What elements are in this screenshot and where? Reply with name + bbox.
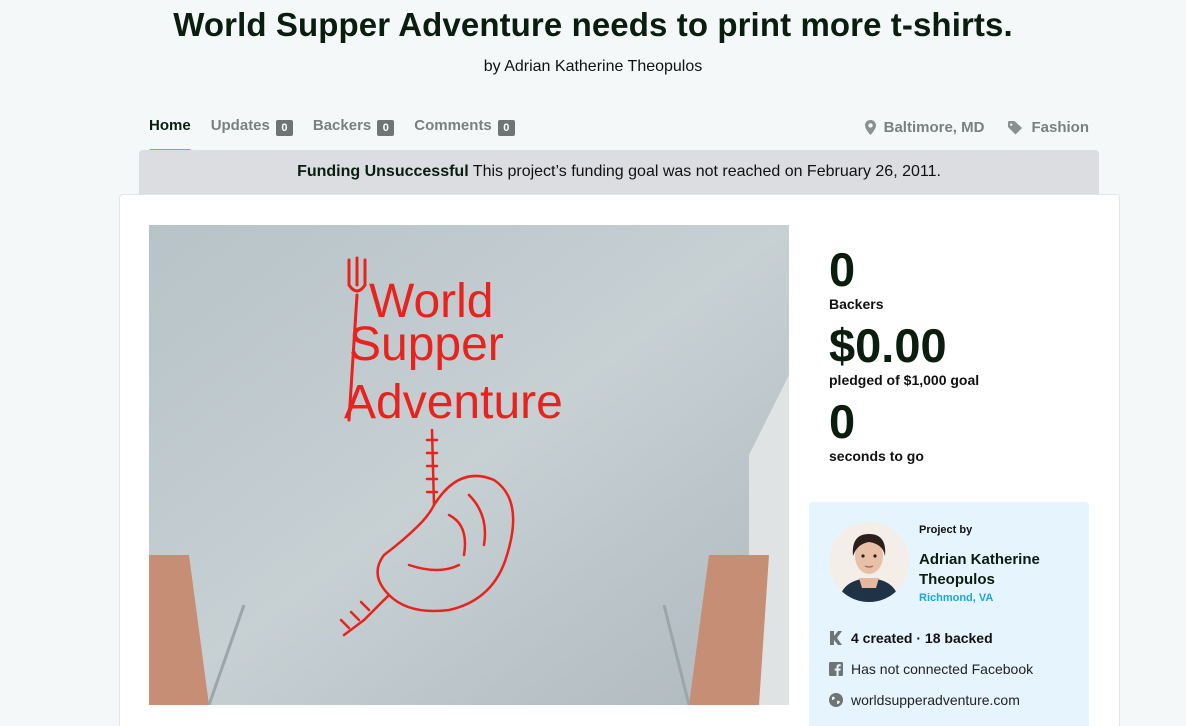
tab-backers-label: Backers (312, 117, 372, 134)
tab-home[interactable]: Home (149, 117, 191, 153)
tab-updates[interactable]: Updates 0 (211, 117, 293, 153)
creator-facebook-status: Has not connected Facebook (829, 661, 1033, 677)
funding-status-message: This project’s funding goal was not reac… (468, 163, 941, 180)
backers-count: 0 (829, 243, 856, 296)
pledged-goal-label: pledged of $1,000 goal (829, 372, 980, 388)
tab-comments[interactable]: Comments 0 (414, 117, 515, 153)
created-backed-count: 4 created · 18 backed (851, 630, 993, 646)
project-tabs: Home Updates 0 Backers 0 Comments 0 (149, 117, 515, 153)
location-label: Baltimore, MD (883, 119, 985, 136)
project-by-label: Project by (919, 524, 973, 536)
project-hero-image[interactable]: World Supper Adventure (149, 225, 789, 705)
website-url: worldsupperadventure.com (851, 692, 1020, 708)
tag-icon (1008, 120, 1023, 134)
facebook-status-text: Has not connected Facebook (851, 661, 1034, 677)
tab-backers[interactable]: Backers 0 (312, 117, 395, 153)
category-label: Fashion (1031, 119, 1089, 136)
comments-count-badge: 0 (497, 120, 515, 136)
creator-website-link[interactable]: worldsupperadventure.com (829, 692, 1020, 708)
kickstarter-k-icon (830, 631, 842, 645)
tab-updates-label: Updates (210, 117, 270, 134)
updates-count-badge: 0 (275, 120, 293, 136)
facebook-icon (829, 662, 843, 676)
creator-portrait (829, 522, 909, 602)
funding-stats: 0 Backers $0.00 pledged of $1,000 goal 0… (829, 245, 979, 473)
tab-home-label: Home (149, 117, 191, 134)
location-link[interactable]: Baltimore, MD (864, 119, 985, 136)
creator-history[interactable]: 4 created · 18 backed (829, 630, 993, 646)
time-remaining: 0 (829, 395, 856, 448)
funding-status-banner: Funding Unsuccessful This project’s fund… (139, 150, 1099, 194)
tab-comments-label: Comments (414, 117, 492, 134)
shirt-text-line2: Supper (349, 318, 504, 371)
funding-status: Funding Unsuccessful (297, 163, 469, 180)
creator-avatar[interactable] (829, 522, 909, 602)
creator-name[interactable]: Adrian Katherine Theopulos (919, 550, 1079, 590)
shirt-text-line3: Adventure (344, 376, 563, 429)
project-meta: Baltimore, MD Fashion (864, 119, 1089, 136)
time-remaining-label: seconds to go (829, 448, 924, 464)
creator-card: Project by Adrian Katherine Theopulos Ri… (809, 502, 1089, 726)
globe-icon (829, 693, 843, 707)
pledged-amount: $0.00 (829, 319, 947, 372)
category-link[interactable]: Fashion (1008, 119, 1089, 136)
backers-count-badge: 0 (377, 120, 395, 136)
backers-label: Backers (829, 296, 884, 312)
creator-location[interactable]: Richmond, VA (919, 592, 993, 604)
map-pin-icon (864, 120, 876, 135)
project-byline: by Adrian Katherine Theopulos (483, 58, 703, 75)
tshirt-photo: World Supper Adventure (149, 225, 789, 705)
project-title: World Supper Adventure needs to print mo… (173, 6, 1013, 43)
